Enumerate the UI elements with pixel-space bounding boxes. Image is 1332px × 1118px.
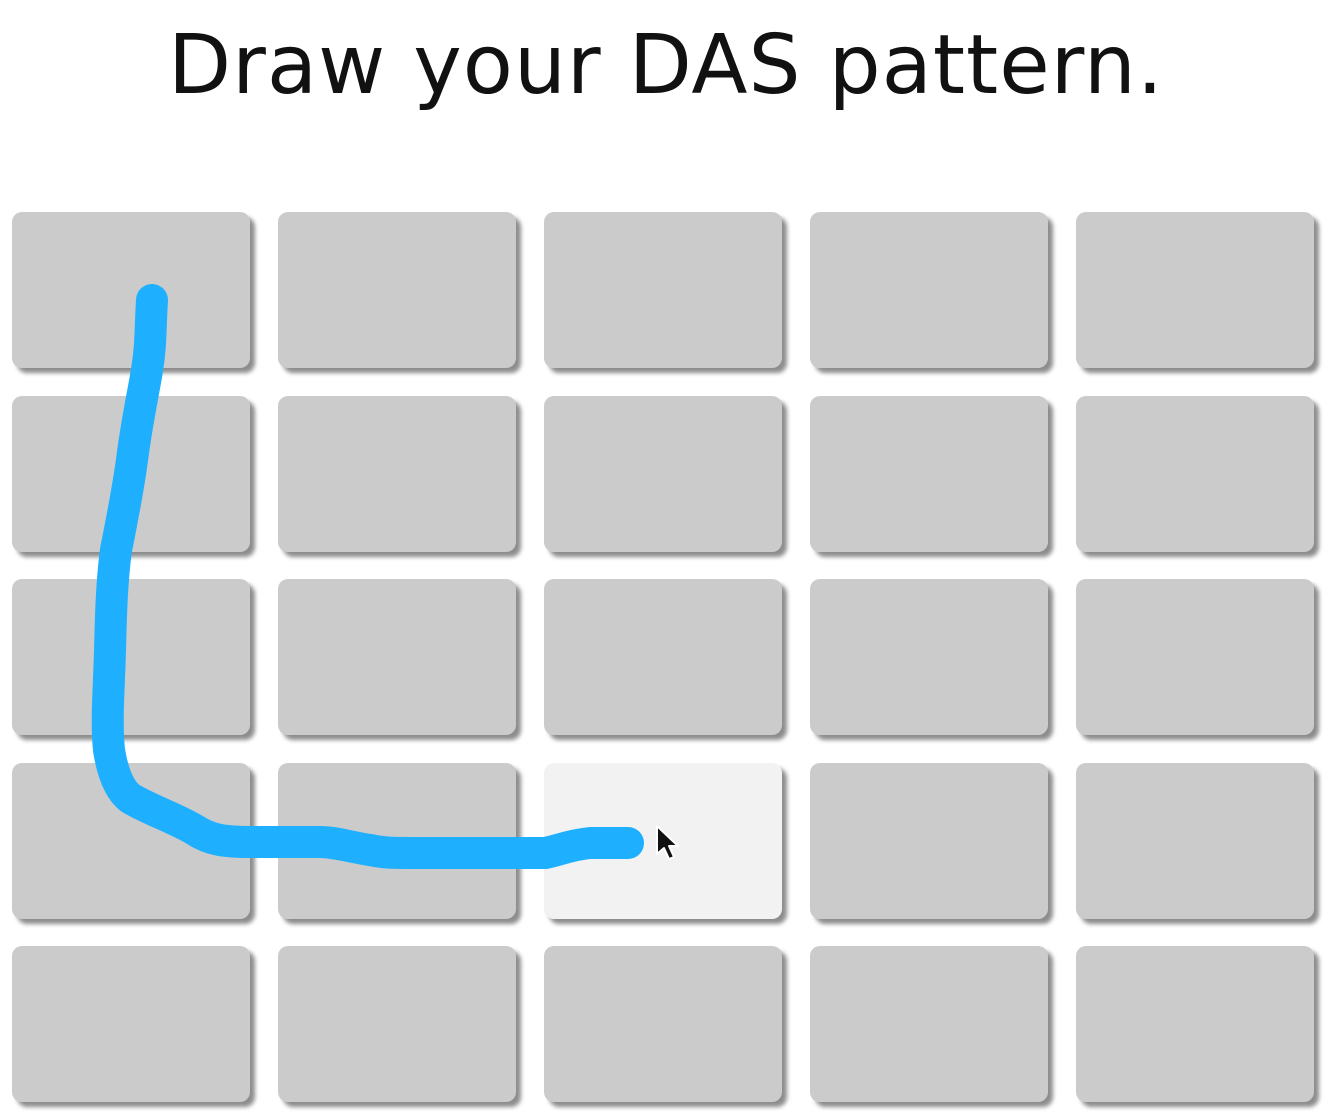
pattern-cell-r5-c5[interactable] [1076,946,1314,1102]
pattern-cell-r4-c3[interactable] [544,762,782,919]
pattern-cell-r1-c4[interactable] [810,212,1048,368]
pattern-cell-r3-c1[interactable] [12,579,250,735]
pattern-grid[interactable] [12,212,1314,1102]
pattern-cell-r2-c4[interactable] [810,395,1048,552]
pattern-cell-r5-c4[interactable] [810,946,1048,1102]
pattern-cell-r5-c2[interactable] [278,946,516,1102]
pattern-cell-r3-c3[interactable] [544,579,782,735]
pattern-cell-r3-c4[interactable] [810,579,1048,735]
pattern-cell-r2-c1[interactable] [12,395,250,552]
pattern-cell-r1-c3[interactable] [544,212,782,368]
pattern-cell-r2-c2[interactable] [278,395,516,552]
pattern-cell-r1-c1[interactable] [12,212,250,368]
pattern-cell-r4-c4[interactable] [810,762,1048,919]
pattern-cell-r4-c5[interactable] [1076,762,1314,919]
pattern-cell-r2-c5[interactable] [1076,395,1314,552]
pattern-cell-r1-c5[interactable] [1076,212,1314,368]
page-title: Draw your DAS pattern. [168,18,1164,113]
pattern-cell-r3-c2[interactable] [278,579,516,735]
das-pattern-page: Draw your DAS pattern. [0,0,1332,1118]
pattern-cell-r4-c1[interactable] [12,762,250,919]
pattern-cell-r5-c3[interactable] [544,946,782,1102]
pattern-cell-r3-c5[interactable] [1076,579,1314,735]
pattern-cell-r2-c3[interactable] [544,395,782,552]
pattern-cell-r5-c1[interactable] [12,946,250,1102]
pattern-cell-r4-c2[interactable] [278,762,516,919]
pattern-cell-r1-c2[interactable] [278,212,516,368]
